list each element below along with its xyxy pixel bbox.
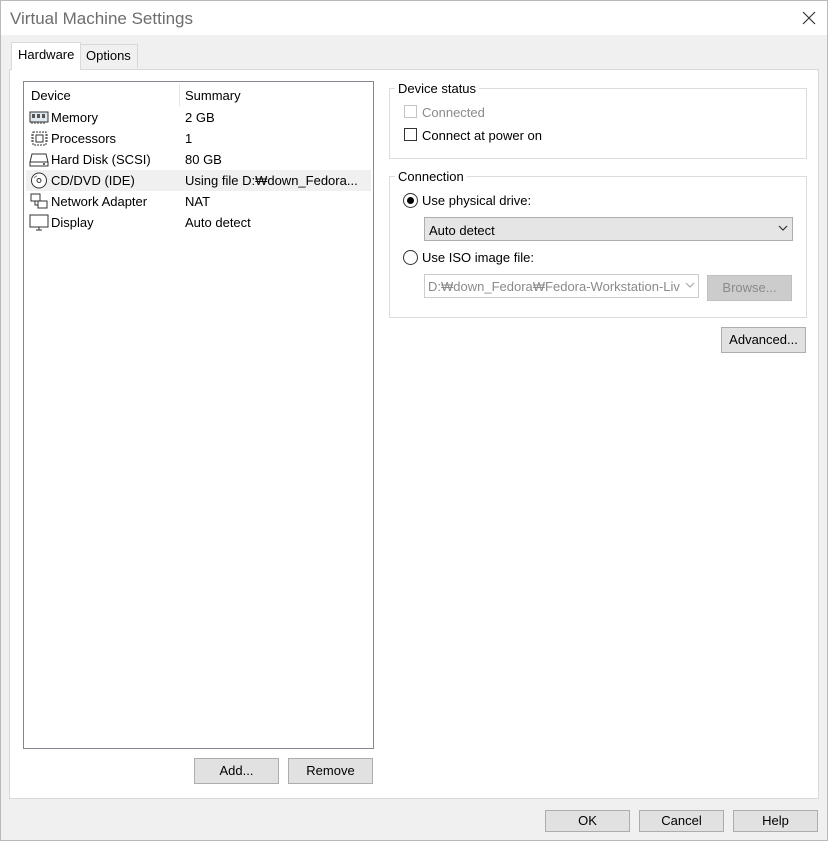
device-row-display[interactable]: Display Auto detect: [26, 212, 371, 233]
iso-path-combo[interactable]: D:₩down_Fedora₩Fedora-Workstation-Liv: [424, 274, 699, 298]
connection-title: Connection: [395, 169, 467, 184]
chevron-down-icon: [778, 225, 788, 231]
device-name: Processors: [51, 131, 117, 146]
device-summary: 80 GB: [185, 152, 222, 167]
window-title: Virtual Machine Settings: [10, 9, 194, 28]
column-divider[interactable]: [179, 84, 180, 106]
connected-checkbox[interactable]: [404, 105, 417, 118]
device-row-memory[interactable]: Memory 2 GB: [26, 107, 371, 128]
connect-at-power-on-label: Connect at power on: [422, 128, 542, 143]
summary-column-header[interactable]: Summary: [185, 88, 241, 103]
physical-drive-value: Auto detect: [429, 223, 495, 238]
device-summary: Auto detect: [185, 215, 251, 230]
device-row-cd-dvd[interactable]: CD/DVD (IDE) Using file D:₩down_Fedora..…: [26, 170, 371, 191]
device-row-hard-disk[interactable]: Hard Disk (SCSI) 80 GB: [26, 149, 371, 170]
device-list-header: Device Summary: [24, 82, 373, 106]
device-status-group: [389, 88, 807, 159]
use-iso-image-radio[interactable]: [403, 250, 418, 265]
tab-options[interactable]: Options: [79, 44, 138, 68]
use-iso-image-label: Use ISO image file:: [422, 250, 534, 265]
device-summary: 1: [185, 131, 193, 146]
cancel-button[interactable]: Cancel: [639, 810, 724, 832]
device-summary: NAT: [185, 194, 211, 209]
iso-path-value: D:₩down_Fedora₩Fedora-Workstation-Liv: [428, 279, 680, 294]
ok-button[interactable]: OK: [545, 810, 630, 832]
device-name: Hard Disk (SCSI): [51, 152, 151, 167]
device-status-title: Device status: [395, 81, 480, 96]
cd-dvd-icon: [29, 172, 49, 189]
device-name: Memory: [51, 110, 98, 125]
title-bar: Virtual Machine Settings: [1, 1, 827, 35]
device-row-processors[interactable]: Processors 1: [26, 128, 371, 149]
connected-label: Connected: [422, 105, 485, 120]
hard-disk-icon: [29, 151, 49, 168]
chevron-down-icon: [685, 282, 695, 288]
device-list[interactable]: Device Summary Memory 2 GB Processors 1 …: [23, 81, 374, 749]
remove-button[interactable]: Remove: [288, 758, 373, 784]
help-button[interactable]: Help: [733, 810, 818, 832]
advanced-button[interactable]: Advanced...: [721, 327, 806, 353]
device-row-network-adapter[interactable]: Network Adapter NAT: [26, 191, 371, 212]
display-icon: [29, 214, 49, 231]
device-summary: Using file D:₩down_Fedora...: [185, 173, 358, 188]
device-name: Display: [51, 215, 94, 230]
close-icon: [802, 11, 816, 25]
use-physical-drive-radio[interactable]: [403, 193, 418, 208]
device-summary: 2 GB: [185, 110, 215, 125]
connect-at-power-on-checkbox[interactable]: [404, 128, 417, 141]
close-button[interactable]: [797, 7, 821, 29]
device-name: CD/DVD (IDE): [51, 173, 135, 188]
add-button[interactable]: Add...: [194, 758, 279, 784]
memory-icon: [29, 109, 49, 126]
network-adapter-icon: [29, 193, 49, 210]
physical-drive-select[interactable]: Auto detect: [424, 217, 793, 241]
use-physical-drive-label: Use physical drive:: [422, 193, 532, 208]
browse-button[interactable]: Browse...: [707, 275, 792, 301]
vm-settings-window: Virtual Machine Settings Hardware Option…: [0, 0, 828, 841]
device-column-header[interactable]: Device: [31, 88, 71, 103]
device-name: Network Adapter: [51, 194, 148, 209]
tab-hardware[interactable]: Hardware: [11, 42, 82, 70]
processor-icon: [29, 130, 49, 147]
